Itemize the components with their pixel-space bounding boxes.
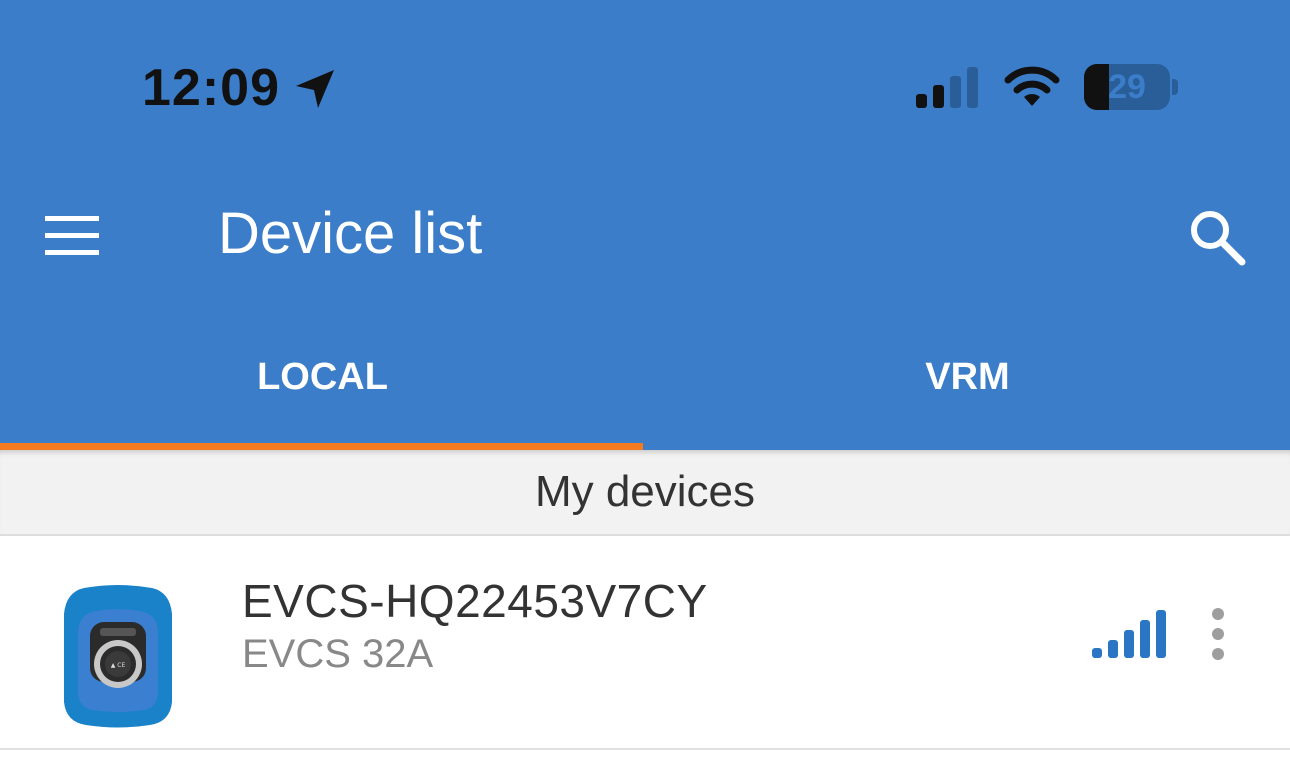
section-title: My devices (534, 467, 756, 516)
device-name: EVCS-HQ22453V7CY (242, 575, 708, 627)
device-model: EVCS 32A (242, 632, 434, 676)
menu-button[interactable] (40, 208, 104, 260)
battery-body: 29 (1084, 64, 1170, 110)
battery-icon: 29 (1084, 64, 1170, 110)
page-title: Device list (218, 201, 483, 266)
signal-strength-icon (1092, 610, 1166, 658)
menu-line (45, 250, 99, 255)
menu-line (45, 216, 99, 221)
wifi-icon (1004, 66, 1060, 106)
menu-dot (1212, 628, 1224, 640)
battery-level: 29 (1108, 68, 1146, 106)
status-time: 12:09 (142, 59, 280, 117)
menu-dot (1212, 608, 1224, 620)
tab-local[interactable]: LOCAL (0, 340, 645, 450)
ev-charger-icon: ▲ CE (64, 585, 172, 728)
menu-dot (1212, 648, 1224, 660)
location-arrow-icon (296, 70, 334, 108)
cellular-signal-icon (916, 67, 978, 108)
section-header: My devices (0, 450, 1290, 536)
tab-vrm-label: VRM (925, 356, 1010, 398)
more-options-icon[interactable] (1198, 602, 1238, 666)
menu-line (45, 233, 99, 238)
tab-local-label: LOCAL (257, 356, 388, 398)
tab-vrm[interactable]: VRM (645, 340, 1290, 450)
search-icon[interactable] (1186, 206, 1248, 268)
svg-text:▲ CE: ▲ CE (111, 662, 126, 669)
battery-nub (1172, 79, 1178, 95)
tab-indicator (0, 443, 643, 450)
device-list-item[interactable]: ▲ CE EVCS-HQ22453V7CY EVCS 32A (0, 536, 1290, 750)
app-bar: 12:09 29 Device list LOCAL VRM (0, 0, 1290, 450)
